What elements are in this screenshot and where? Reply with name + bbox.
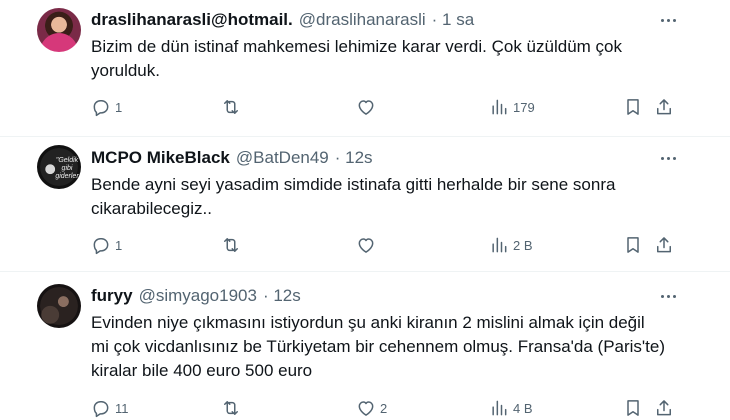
tweet-text: Bizim de dün istinaf mahkemesi lehimize … <box>91 35 676 83</box>
tweet-text-line: cikarabilecegiz.. <box>91 199 212 218</box>
tweet-text-line: Evinden niye çıkmasını istiyordun şu ank… <box>91 313 645 332</box>
more-icon[interactable] <box>658 148 678 168</box>
views-count: 179 <box>513 99 535 115</box>
heart-icon <box>358 401 374 416</box>
retweet-icon <box>224 238 238 252</box>
tweet-actions: 1 2 B <box>91 234 691 256</box>
reply-button[interactable]: 1 <box>91 234 122 256</box>
avatar-text: "Geldik gibi giderler <box>55 157 79 180</box>
share-button[interactable] <box>654 96 674 118</box>
views-icon <box>492 237 507 253</box>
timestamp[interactable]: · 12s <box>335 148 373 168</box>
tweet-text-line: kiralar bile 400 euro 500 euro <box>91 361 313 380</box>
bookmark-button[interactable] <box>623 96 643 118</box>
reply-button[interactable]: 11 <box>91 397 129 419</box>
reply-count: 11 <box>115 400 129 416</box>
retweet-button[interactable] <box>221 234 241 256</box>
views-button[interactable]: 179 <box>489 96 535 118</box>
retweet-icon <box>224 401 238 415</box>
timestamp[interactable]: · 1 sa <box>432 10 475 30</box>
share-icon <box>657 99 671 115</box>
tweet[interactable]: furyy @simyago1903 · 12s Evinden niye çı… <box>0 272 730 420</box>
share-icon <box>657 400 671 416</box>
views-button[interactable]: 4 B <box>489 397 533 419</box>
author-name[interactable]: furyy <box>91 286 133 306</box>
more-icon[interactable] <box>658 10 678 30</box>
more-icon[interactable] <box>658 286 678 306</box>
bookmark-icon <box>627 237 639 253</box>
reply-button[interactable]: 1 <box>91 96 122 118</box>
views-count: 4 B <box>513 400 533 416</box>
heart-icon <box>358 238 374 253</box>
author-handle[interactable]: @draslihanarasli <box>299 10 426 30</box>
bookmark-icon <box>627 400 639 416</box>
tweet-actions: 11 2 4 B <box>91 397 691 419</box>
avatar[interactable] <box>37 284 81 328</box>
share-button[interactable] <box>654 234 674 256</box>
tweet-text-line: Bizim de dün istinaf mahkemesi lehimize … <box>91 37 622 56</box>
tweet-actions: 1 179 <box>91 96 691 118</box>
tweet-header: draslihanarasli@hotmail. @draslihanarasl… <box>91 9 474 31</box>
retweet-button[interactable] <box>221 96 241 118</box>
tweet-header: MCPO MikeBlack @BatDen49 · 12s <box>91 147 373 169</box>
like-button[interactable] <box>356 96 376 118</box>
views-icon <box>492 400 507 416</box>
author-name[interactable]: draslihanarasli@hotmail. <box>91 10 293 30</box>
tweet[interactable]: draslihanarasli@hotmail. @draslihanarasl… <box>0 0 730 136</box>
tweet-text-line: Bende ayni seyi yasadim simdide istinafa… <box>91 175 616 194</box>
views-count: 2 B <box>513 237 533 253</box>
author-name[interactable]: MCPO MikeBlack <box>91 148 230 168</box>
tweet-text: Evinden niye çıkmasını istiyordun şu ank… <box>91 311 676 383</box>
share-icon <box>657 237 671 253</box>
reply-count: 1 <box>115 237 123 253</box>
reply-icon <box>93 238 109 255</box>
tweet-text-line: yorulduk. <box>91 61 160 80</box>
bookmark-button[interactable] <box>623 397 643 419</box>
avatar[interactable] <box>37 8 81 52</box>
like-button[interactable] <box>356 234 376 256</box>
bookmark-button[interactable] <box>623 234 643 256</box>
views-icon <box>492 99 507 115</box>
share-button[interactable] <box>654 397 674 419</box>
like-button[interactable]: 2 <box>356 397 387 419</box>
tweet[interactable]: "Geldik gibi giderler MCPO MikeBlack @Ba… <box>0 137 730 271</box>
retweet-icon <box>224 100 238 114</box>
author-handle[interactable]: @simyago1903 <box>139 286 257 306</box>
tweet-header: furyy @simyago1903 · 12s <box>91 285 301 307</box>
views-button[interactable]: 2 B <box>489 234 533 256</box>
tweet-text-line: mi çok vicdanlısınız be Türkiyetam bir c… <box>91 337 666 356</box>
reply-count: 1 <box>115 99 123 115</box>
like-count: 2 <box>380 400 388 416</box>
tweet-text: Bende ayni seyi yasadim simdide istinafa… <box>91 173 676 221</box>
avatar[interactable]: "Geldik gibi giderler <box>37 145 81 189</box>
timestamp[interactable]: · 12s <box>263 286 301 306</box>
reply-icon <box>93 100 109 117</box>
bookmark-icon <box>627 99 639 115</box>
retweet-button[interactable] <box>221 397 241 419</box>
author-handle[interactable]: @BatDen49 <box>236 148 329 168</box>
heart-icon <box>358 100 374 115</box>
reply-icon <box>93 401 109 418</box>
